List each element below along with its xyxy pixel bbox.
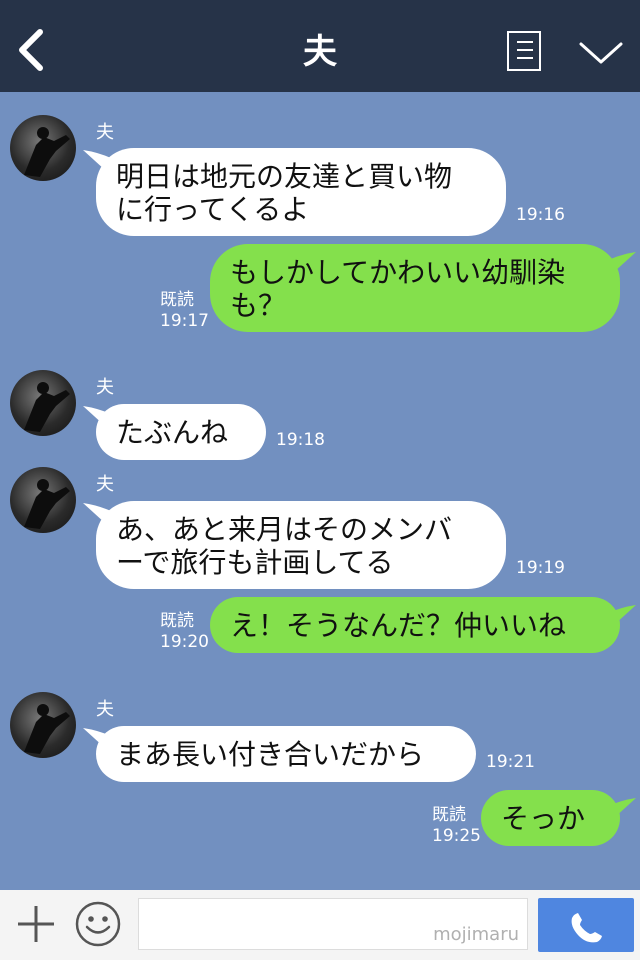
smiley-icon[interactable] [74, 900, 122, 948]
avatar[interactable] [10, 115, 76, 181]
message-time: 19:21 [486, 752, 535, 772]
message-line: あ、あと来月はそのメンバ [116, 513, 453, 546]
bubble-tail [608, 252, 636, 272]
message-bubble[interactable]: まあ長い付き合いだから [96, 726, 476, 782]
sender-name: 夫 [96, 122, 114, 143]
read-receipt: 既読 19:25 [432, 805, 481, 847]
message-line: 明日は地元の友達と買い物 [116, 160, 453, 193]
sender-name: 夫 [96, 699, 114, 720]
message-line: まあ長い付き合いだから [116, 738, 425, 771]
read-label: 既読 [160, 611, 194, 631]
plus-icon[interactable] [16, 904, 56, 944]
sender-name: 夫 [96, 474, 114, 495]
message-bubble[interactable]: たぶんね [96, 404, 266, 460]
message-time: 19:18 [276, 430, 325, 450]
message-line: え！そうなんだ？仲いいね [230, 609, 567, 642]
message-input[interactable]: mojimaru [138, 898, 528, 950]
message-line: そっか [501, 802, 586, 835]
read-label: 既読 [432, 805, 466, 825]
message-bubble[interactable]: あ、あと来月はそのメンバ ーで旅行も計画してる [96, 501, 506, 589]
bubble-tail [608, 798, 636, 818]
message-time: 19:16 [516, 205, 565, 225]
call-button[interactable] [538, 898, 634, 952]
read-label: 既読 [160, 290, 194, 310]
message-line: ーで旅行も計画してる [116, 546, 394, 579]
avatar[interactable] [10, 370, 76, 436]
read-receipt: 既読 19:17 [160, 290, 209, 332]
avatar[interactable] [10, 467, 76, 533]
message-time: 19:25 [432, 826, 481, 846]
message-time: 19:17 [160, 311, 209, 331]
read-receipt: 既読 19:20 [160, 611, 209, 653]
message-time: 19:19 [516, 558, 565, 578]
message-time: 19:20 [160, 632, 209, 652]
phone-icon [571, 913, 602, 943]
message-line: に行ってくるよ [116, 193, 310, 226]
message-line: も？ [230, 289, 287, 322]
avatar[interactable] [10, 692, 76, 758]
message-bubble[interactable]: 明日は地元の友達と買い物 に行ってくるよ [96, 148, 506, 236]
chevron-down-icon[interactable] [578, 38, 624, 68]
message-bubble[interactable]: え！そうなんだ？仲いいね [210, 597, 620, 653]
message-line: もしかしてかわいい幼馴染 [230, 256, 566, 289]
message-bubble[interactable]: もしかしてかわいい幼馴染 も？ [210, 244, 620, 332]
chat-header: 夫 [0, 0, 640, 92]
bubble-tail [608, 605, 636, 625]
message-bubble[interactable]: そっか [481, 790, 620, 846]
message-line: たぶんね [116, 416, 229, 449]
sender-name: 夫 [96, 377, 114, 398]
chat-title: 夫 [303, 32, 337, 72]
watermark: mojimaru [433, 924, 519, 945]
memo-icon[interactable] [507, 31, 541, 71]
